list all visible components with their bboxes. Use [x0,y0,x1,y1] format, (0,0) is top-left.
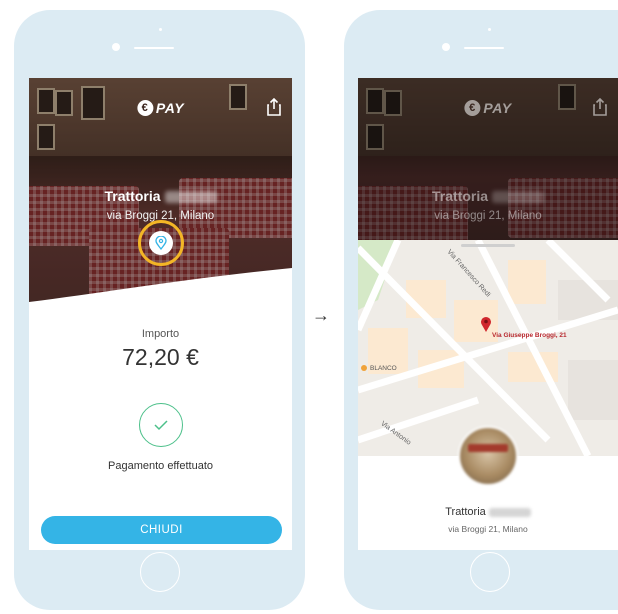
location-button[interactable] [148,231,173,255]
payment-screen: € PAY Trattoria via Broggi 21, Milano Imp… [29,78,292,550]
map-view[interactable]: Via Francesco Redi Via Antonio Via Giuse… [358,240,618,456]
location-highlight-ring [137,220,184,266]
map-screen: € PAY Trattoria via Broggi 21, Milano Vi… [358,78,618,550]
home-button[interactable] [140,552,180,592]
transition-arrow: → [312,305,330,325]
share-icon[interactable] [592,98,608,116]
restaurant-name: Trattoria [29,188,292,204]
map-pin-address: Via Giuseppe Broggi, 21 [492,332,567,339]
phone-frame-right: € PAY Trattoria via Broggi 21, Milano Vi… [344,10,618,610]
camera-dot [159,28,162,31]
map-pin-icon [154,236,167,250]
speaker-bar [464,47,504,49]
restaurant-avatar [458,426,518,486]
amount-value: 72,20 € [122,344,199,370]
epay-logo: € PAY [136,100,184,116]
restaurant-address-dimmed: via Broggi 21, Milano [434,210,542,222]
camera-dot [488,28,491,31]
sensor-dot [442,43,450,51]
speaker-bar [134,47,174,49]
restaurant-address: via Broggi 21, Milano [448,524,528,534]
amount-label: Importo [141,328,180,340]
payment-status: Pagamento effettuato [108,460,213,472]
success-check-icon [138,403,183,447]
restaurant-name: Trattoria [358,506,618,518]
phone-frame-left: € PAY Trattoria via Broggi 21, Milano Imp… [14,10,305,610]
sheet-drag-handle[interactable] [461,244,515,247]
poi-label: BLANCO [361,365,397,372]
epay-logo: € PAY [464,100,511,116]
home-button[interactable] [470,552,510,592]
restaurant-name-dimmed: Trattoria [358,188,618,204]
map-pin-icon [481,317,491,332]
sensor-dot [112,43,120,51]
close-button[interactable]: CHIUDI [41,516,282,544]
share-icon[interactable] [266,98,282,116]
